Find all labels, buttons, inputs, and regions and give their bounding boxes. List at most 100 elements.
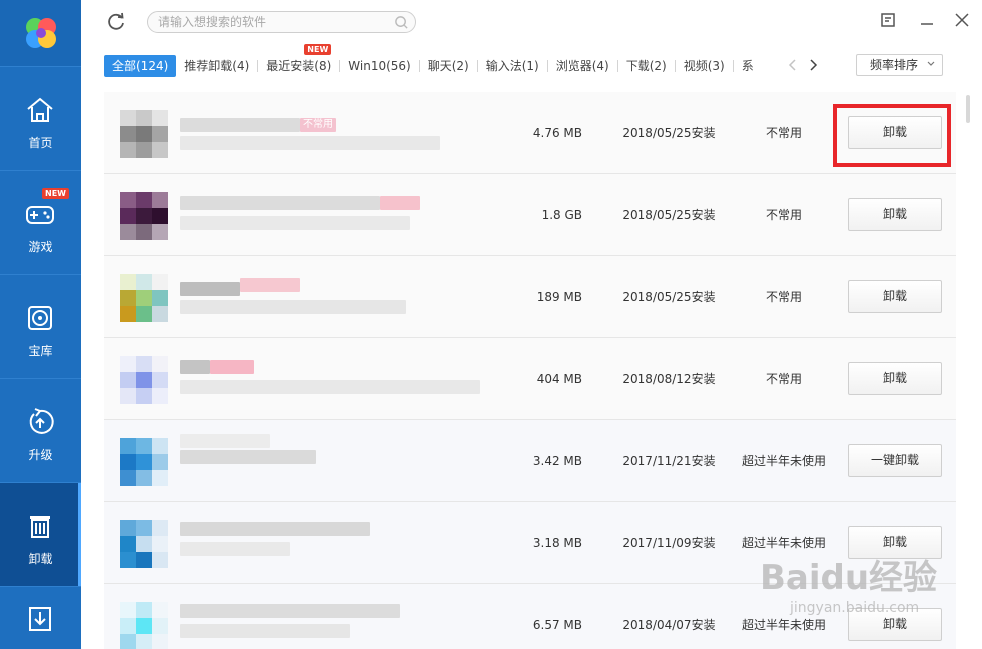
blurred-app-desc xyxy=(180,542,290,556)
table-row: 404 MB 2018/08/12安装 不常用 卸载 xyxy=(104,338,956,420)
tab-system[interactable]: 系 xyxy=(734,55,756,77)
blurred-app-name xyxy=(180,118,300,132)
blurred-app-tag: 不常用 xyxy=(300,118,336,132)
table-row: 3.18 MB 2017/11/09安装 超过半年未使用 卸载 xyxy=(104,502,956,584)
blurred-app-name xyxy=(180,604,400,618)
sidebar-item-home[interactable]: 首页 xyxy=(0,66,81,170)
uninstall-button[interactable]: 卸载 xyxy=(848,362,942,395)
search-box[interactable] xyxy=(147,11,416,33)
search-input[interactable] xyxy=(158,14,386,30)
gamepad-icon xyxy=(26,206,54,224)
minimize-icon[interactable] xyxy=(917,10,937,30)
feedback-icon[interactable] xyxy=(878,10,898,30)
tabs-prev-icon[interactable] xyxy=(786,57,800,73)
sidebar: 首页 NEW 游戏 宝库 升级 卸载 xyxy=(0,0,81,649)
scrollbar-thumb[interactable] xyxy=(966,95,970,123)
one-click-uninstall-button[interactable]: 一键卸载 xyxy=(848,444,942,477)
tabs-next-icon[interactable] xyxy=(806,57,820,73)
sort-dropdown[interactable]: 频率排序 xyxy=(856,54,943,76)
download-icon xyxy=(29,607,51,631)
uninstall-button[interactable]: 卸载 xyxy=(848,198,942,231)
app-size: 189 MB xyxy=(536,290,582,304)
install-date: 2018/05/25安装 xyxy=(622,290,716,304)
app-icon-blurred xyxy=(120,438,168,486)
sidebar-item-label: 升级 xyxy=(28,448,53,462)
table-row: 不常用 4.76 MB 2018/05/25安装 不常用 卸载 xyxy=(104,92,956,174)
tab-download[interactable]: 下载(2) xyxy=(618,55,675,77)
chevron-down-icon xyxy=(927,61,935,66)
tab-all[interactable]: 全部(124) xyxy=(104,55,177,77)
tab-browser[interactable]: 浏览器(4) xyxy=(548,55,617,77)
top-bar xyxy=(81,0,982,44)
app-logo xyxy=(0,0,81,66)
app-icon-blurred xyxy=(120,520,168,568)
blurred-app-tag xyxy=(380,196,420,210)
usage-frequency: 不常用 xyxy=(765,208,802,222)
blurred-app-tag xyxy=(240,278,300,292)
tab-win10[interactable]: Win10(56) xyxy=(340,55,418,77)
blurred-app-tag xyxy=(210,360,254,374)
app-icon-blurred xyxy=(120,274,168,322)
table-row: 189 MB 2018/05/25安装 不常用 卸载 xyxy=(104,256,956,338)
blurred-app-desc xyxy=(180,300,406,314)
blurred-app-desc xyxy=(180,216,410,230)
install-date: 2018/05/25安装 xyxy=(622,208,716,222)
blurred-app-name xyxy=(180,282,240,296)
app-icon-blurred xyxy=(120,192,168,240)
sidebar-item-label: 首页 xyxy=(28,136,53,150)
install-date: 2017/11/21安装 xyxy=(622,454,716,468)
tab-chat[interactable]: 聊天(2) xyxy=(420,55,477,77)
blurred-app-desc xyxy=(180,624,350,638)
tab-input-method[interactable]: 输入法(1) xyxy=(478,55,547,77)
install-date: 2018/04/07安装 xyxy=(622,618,716,632)
sidebar-item-treasury[interactable]: 宝库 xyxy=(0,274,81,378)
blurred-app-name xyxy=(180,196,380,210)
blurred-app-desc xyxy=(180,136,440,150)
scrollbar[interactable] xyxy=(964,92,972,649)
blurred-app-desc xyxy=(180,434,270,448)
usage-frequency: 不常用 xyxy=(765,290,802,304)
usage-frequency: 超过半年未使用 xyxy=(741,618,826,632)
disc-icon xyxy=(28,306,52,330)
app-icon-blurred xyxy=(120,110,168,158)
usage-frequency: 超过半年未使用 xyxy=(741,536,826,550)
app-size: 1.8 GB xyxy=(541,208,582,222)
new-badge: NEW xyxy=(304,44,332,55)
sidebar-item-label: 游戏 xyxy=(28,240,53,254)
sidebar-item-download[interactable] xyxy=(0,586,81,649)
home-icon xyxy=(27,97,53,122)
table-row: 3.42 MB 2017/11/21安装 超过半年未使用 一键卸载 xyxy=(104,420,956,502)
sidebar-item-uninstall[interactable]: 卸载 xyxy=(0,482,81,586)
app-size: 6.57 MB xyxy=(532,618,582,632)
software-list: 不常用 4.76 MB 2018/05/25安装 不常用 卸载 1.8 GB 2… xyxy=(104,92,956,649)
close-icon[interactable] xyxy=(952,10,972,30)
app-size: 3.18 MB xyxy=(532,536,582,550)
install-date: 2017/11/09安装 xyxy=(622,536,716,550)
tab-recommended[interactable]: 推荐卸载(4) xyxy=(176,55,257,77)
uninstall-button[interactable]: 卸载 xyxy=(848,608,942,641)
table-row: 6.57 MB 2018/04/07安装 超过半年未使用 卸载 xyxy=(104,584,956,649)
usage-frequency: 不常用 xyxy=(765,126,802,140)
uninstall-button[interactable]: 卸载 xyxy=(848,280,942,313)
trash-icon xyxy=(30,516,50,538)
refresh-icon[interactable] xyxy=(105,11,127,33)
app-icon-blurred xyxy=(120,356,168,404)
blurred-app-desc xyxy=(180,380,480,394)
tab-video[interactable]: 视频(3) xyxy=(676,55,733,77)
logo-icon xyxy=(25,18,56,48)
sidebar-item-upgrade[interactable]: 升级 xyxy=(0,378,81,482)
blurred-app-name xyxy=(180,522,370,536)
uninstall-button[interactable]: 卸载 xyxy=(848,116,942,149)
app-icon-blurred xyxy=(120,602,168,649)
uninstall-button[interactable]: 卸载 xyxy=(848,526,942,559)
upgrade-icon xyxy=(29,408,54,434)
tab-recent[interactable]: 最近安装(8) NEW xyxy=(258,44,339,77)
sidebar-item-label: 卸载 xyxy=(28,552,53,566)
search-icon[interactable] xyxy=(394,15,409,30)
app-size: 3.42 MB xyxy=(532,454,582,468)
app-size: 4.76 MB xyxy=(532,126,582,140)
sidebar-item-label: 宝库 xyxy=(28,344,53,358)
blurred-app-name xyxy=(180,360,210,374)
sidebar-item-games[interactable]: NEW 游戏 xyxy=(0,170,81,274)
blurred-app-name xyxy=(180,450,316,464)
